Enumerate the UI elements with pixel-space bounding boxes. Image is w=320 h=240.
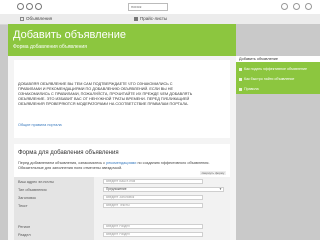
bullet-icon [239,67,242,71]
email-field[interactable]: Введите Ваш e-mail [103,179,203,184]
nav-item-prices[interactable]: Прайс-листы [134,14,167,24]
form-required-note: Обязательные для заполнения поля отмечен… [18,166,123,170]
ads-icon [20,16,24,21]
form-description: Перед добавлением объявления, ознакомьте… [18,161,210,165]
sidebar-item-label: Как быстро найти объявление [244,77,295,81]
section-field[interactable]: Введите Раздел [103,232,203,237]
portal-rules-link[interactable]: Общие правила портала [18,123,62,127]
site-logo[interactable] [17,3,47,11]
text-label: Текст [18,204,28,208]
section-label: Раздел [18,233,31,237]
logo-circle-icon [26,3,33,10]
ad-form: Форма для добавления объявления Перед до… [14,144,230,240]
notice-text: Добавляя объявление вы тем сам подтвержд… [18,82,193,106]
bullet-icon [239,77,242,81]
nav-prices-label: Прайс-листы [140,16,168,21]
sidebar-item-rules[interactable]: Правила [239,87,259,91]
recommendations-link[interactable]: рекомендациями [106,161,136,165]
ad-type-label: Тип объявления [18,188,47,192]
email-label: Ваш адрес эл.почты [18,180,54,184]
labels-column [14,177,94,240]
search-input[interactable]: поиск [128,3,168,11]
top-bar: поиск [0,0,320,14]
logo-circle-icon [35,3,42,10]
text-field[interactable]: Введите Тексты [103,203,203,208]
sidebar-links: Как подать эффективное объявление Как бы… [236,62,320,94]
form-fields: Ваш адрес эл.почты Введите Ваш e-mail Ти… [14,177,230,240]
region-label: Регион [18,225,31,229]
form-title: Форма для добавления объявления [18,150,119,156]
page-header: Добавить объявление Форма добавления объ… [8,24,236,56]
title-field[interactable]: Введите Заголовок [103,195,203,200]
page-subtitle: Форма добавления объявления [13,44,87,50]
price-list-icon [134,16,138,21]
mail-icon[interactable] [293,3,300,10]
form-desc-suffix: по созданию эффективного объявления. [137,161,210,165]
sidebar-item-effective-ad[interactable]: Как подать эффективное объявление [239,67,307,71]
title-label: Заголовок [18,196,36,200]
chevron-down-icon: ▼ [219,187,222,191]
sidebar-item-label: Правила [244,87,259,91]
bullet-icon [239,87,242,91]
sidebar: Добавить объявление Как подать эффективн… [236,24,320,240]
rules-notice: Добавляя объявление вы тем сам подтвержд… [14,60,230,138]
settings-icon[interactable] [305,3,312,10]
collapse-form-button[interactable]: свернуть форму [200,171,226,175]
main-content: Добавить объявление Форма добавления объ… [8,24,236,240]
sidebar-item-find-ad[interactable]: Как быстро найти объявление [239,77,294,81]
ad-type-select[interactable]: Предложение ▼ [103,187,224,192]
form-desc-prefix: Перед добавлением объявления, ознакомьте… [18,161,106,165]
sidebar-heading-label: Добавить объявление [239,57,279,61]
ad-type-value: Предложение [106,187,127,191]
user-icon[interactable] [281,3,288,10]
page-title: Добавить объявление [13,29,127,41]
nav-item-ads[interactable]: Объявления [20,14,52,24]
nav-ads-label: Объявления [26,16,53,21]
logo-circle-icon [17,3,24,10]
region-field[interactable]: Введите Раздел [103,224,203,229]
sidebar-item-label: Как подать эффективное объявление [244,67,308,71]
